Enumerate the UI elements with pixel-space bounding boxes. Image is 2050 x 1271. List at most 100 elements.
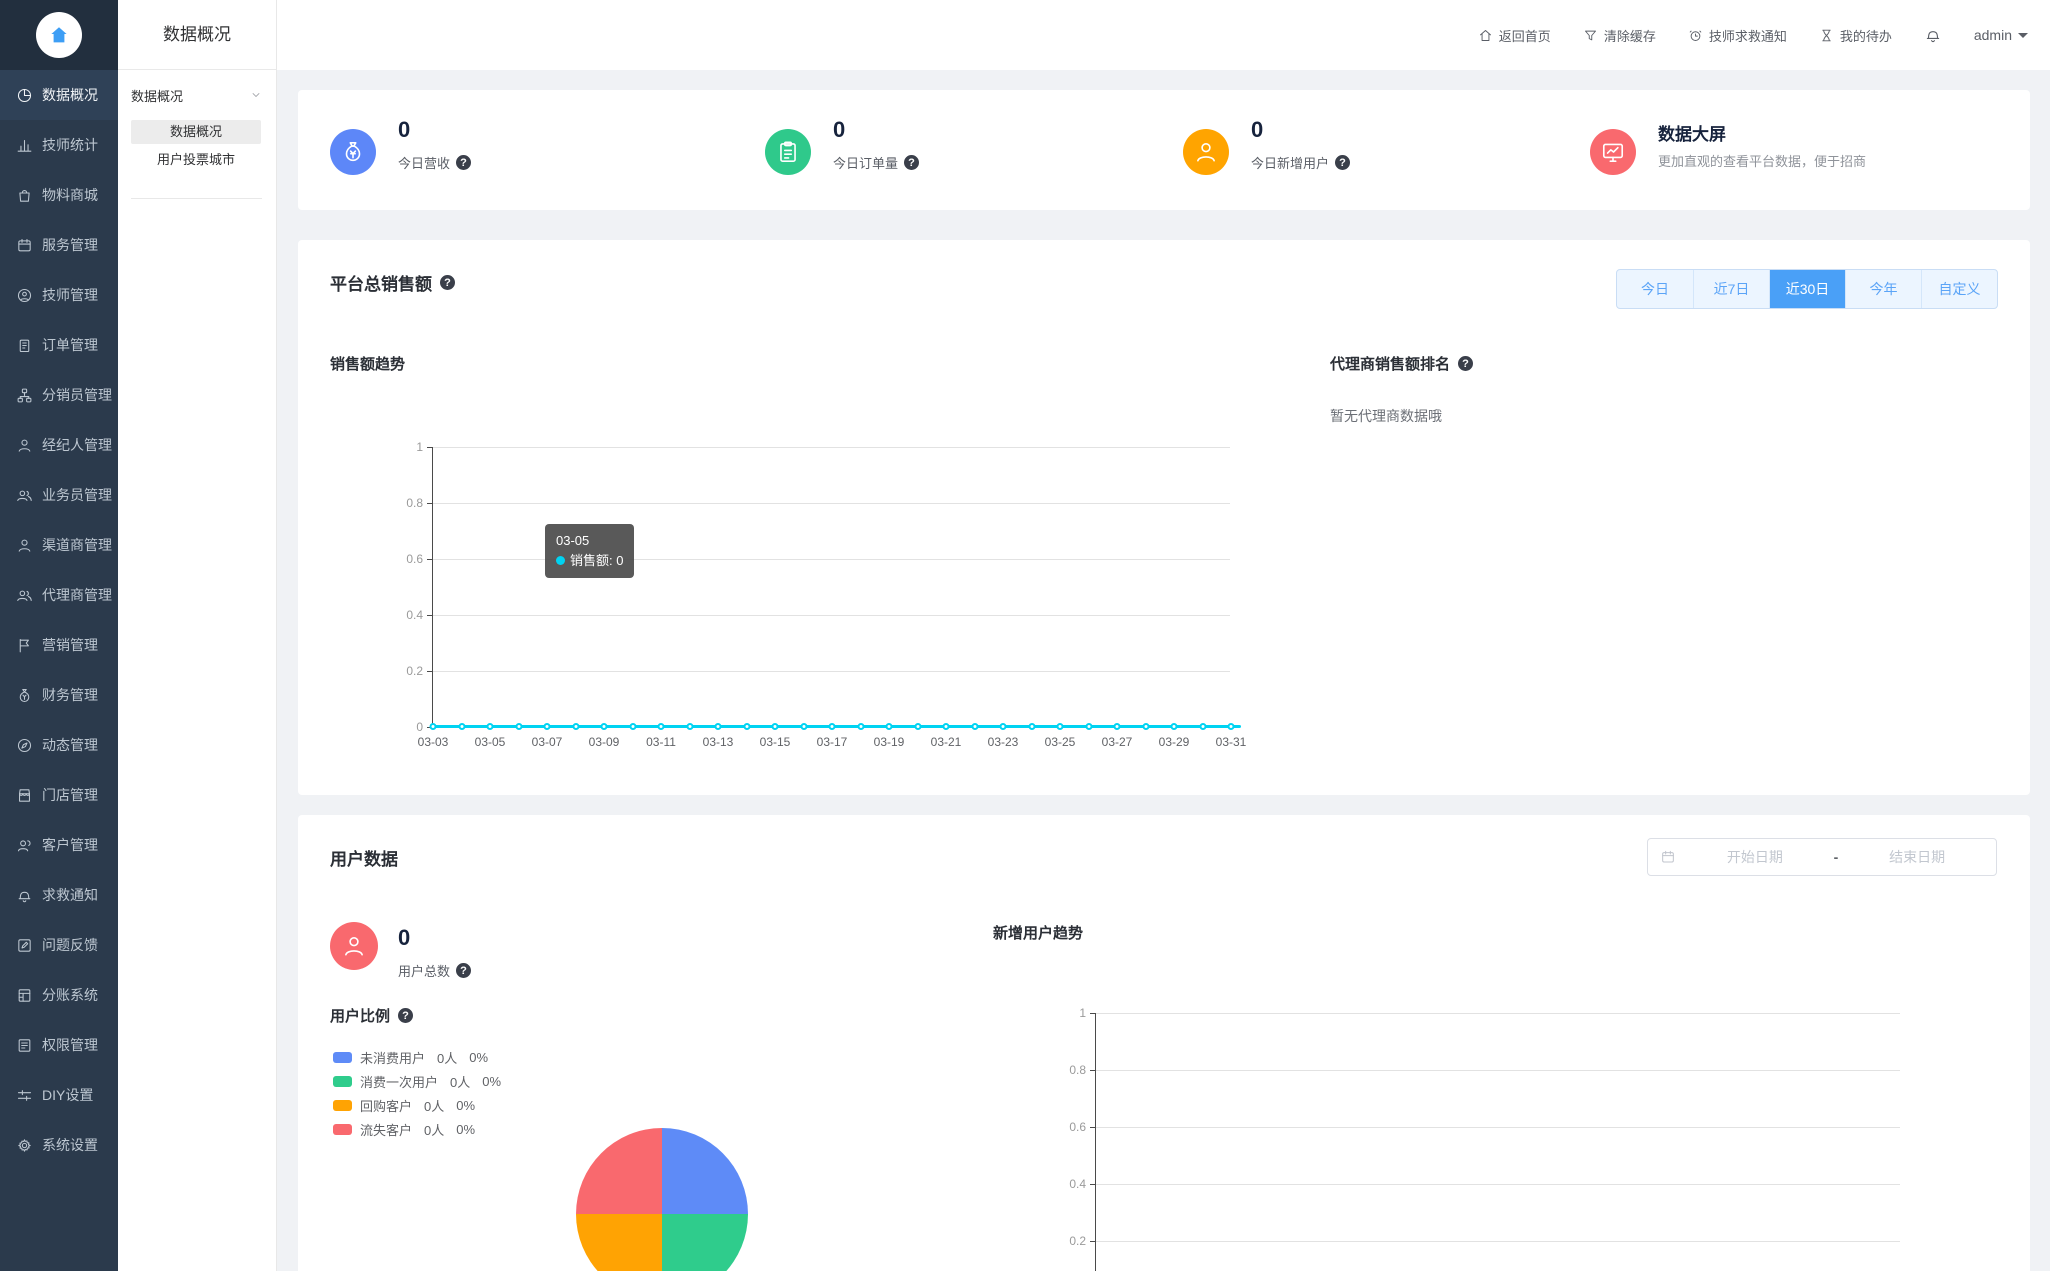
user-menu[interactable]: admin xyxy=(1974,27,2028,43)
help-icon[interactable]: ? xyxy=(904,155,920,170)
sidebar-item[interactable]: 技师管理 xyxy=(0,270,118,320)
pie-legend: 未消费用户 0人 0% 消费一次用户 0人 0% 回购客户 0人 0% 流失客户 0人 0% xyxy=(333,1045,501,1141)
sidebar-item[interactable]: 物料商城 xyxy=(0,170,118,220)
sliders-icon xyxy=(16,1087,33,1104)
sidebar-item[interactable]: 分销员管理 xyxy=(0,370,118,420)
hourglass-icon xyxy=(1819,28,1834,43)
sidebar-item[interactable]: 数据概况 xyxy=(0,70,118,120)
submenu-list: 数据概况用户投票城市 xyxy=(118,120,276,172)
sidebar-item[interactable]: 经纪人管理 xyxy=(0,420,118,470)
users-title: 用户数据 xyxy=(330,850,398,869)
axis-tick xyxy=(427,559,433,560)
sidebar-item-label: 物料商城 xyxy=(42,187,98,203)
x-tick-label: 03-25 xyxy=(1044,735,1076,749)
sidebar-item[interactable]: 分账系统 xyxy=(0,970,118,1020)
sidebar-item[interactable]: 门店管理 xyxy=(0,770,118,820)
data-point-marker xyxy=(515,723,522,730)
help-icon[interactable]: ? xyxy=(456,963,472,978)
legend-item[interactable]: 流失客户 0人 0% xyxy=(333,1117,501,1141)
sidebar-item[interactable]: 营销管理 xyxy=(0,620,118,670)
help-icon[interactable]: ? xyxy=(1335,155,1351,170)
sidebar-item[interactable]: DIY设置 xyxy=(0,1070,118,1120)
caret-down-icon xyxy=(2018,33,2028,43)
period-tab[interactable]: 自定义 xyxy=(1921,270,1997,308)
sidebar-item[interactable]: 权限管理 xyxy=(0,1020,118,1070)
x-tick-label: 03-05 xyxy=(474,735,506,749)
legend-label: 回购客户 xyxy=(360,1098,413,1114)
ranking-empty-text: 暂无代理商数据哦 xyxy=(1330,408,1442,424)
x-tick-label: 03-27 xyxy=(1101,735,1133,749)
period-tab[interactable]: 今年 xyxy=(1845,270,1921,308)
user-ratio-title: 用户比例 ? xyxy=(330,1005,414,1026)
sidebar-item-label: 门店管理 xyxy=(42,787,98,803)
help-icon[interactable]: ? xyxy=(440,275,455,290)
bell-icon xyxy=(16,887,33,904)
x-tick-label: 03-21 xyxy=(930,735,962,749)
data-point-marker xyxy=(458,723,465,730)
sidebar-item-label: 经纪人管理 xyxy=(42,437,112,453)
help-icon[interactable]: ? xyxy=(456,155,472,170)
data-point-marker xyxy=(999,723,1007,730)
gridline xyxy=(433,671,1230,672)
y-tick-label: 0.8 xyxy=(406,496,423,510)
data-point-marker xyxy=(771,723,779,730)
data-point-marker xyxy=(914,723,921,730)
sidebar-item[interactable]: 财务管理 xyxy=(0,670,118,720)
topnav-item[interactable]: 技师求救通知 xyxy=(1688,26,1787,45)
date-range-input[interactable]: 开始日期 - 结束日期 xyxy=(1647,838,1997,876)
period-tab[interactable]: 今日 xyxy=(1617,270,1693,308)
docs-icon xyxy=(16,1037,33,1054)
legend-item[interactable]: 消费一次用户 0人 0% xyxy=(333,1069,501,1093)
topnav-item[interactable]: 返回首页 xyxy=(1478,26,1551,45)
topnav-item[interactable]: 我的待办 xyxy=(1819,26,1892,45)
ranking-title: 代理商销售额排名 ? xyxy=(1330,353,1474,374)
notification-bell-icon[interactable] xyxy=(1924,26,1942,44)
period-tab[interactable]: 近30日 xyxy=(1769,270,1845,308)
y-tick-label: 1 xyxy=(1079,1006,1086,1020)
sidebar-item[interactable]: 求救通知 xyxy=(0,870,118,920)
submenu-item[interactable]: 用户投票城市 xyxy=(131,148,261,172)
sidebar-item[interactable]: 业务员管理 xyxy=(0,470,118,520)
axis-tick xyxy=(1090,1184,1096,1185)
user-icon xyxy=(16,537,33,554)
submenu-item[interactable]: 数据概况 xyxy=(131,120,261,144)
legend-item[interactable]: 回购客户 0人 0% xyxy=(333,1093,501,1117)
stat-value: 0 xyxy=(1251,117,1264,142)
period-tab[interactable]: 近7日 xyxy=(1693,270,1769,308)
axis-tick xyxy=(1090,1013,1096,1014)
data-point-marker xyxy=(686,723,693,730)
edit-icon xyxy=(16,937,33,954)
sidebar-item[interactable]: 服务管理 xyxy=(0,220,118,270)
sidebar-item[interactable]: 代理商管理 xyxy=(0,570,118,620)
sidebar-item-label: 营销管理 xyxy=(42,637,98,653)
gridline xyxy=(1096,1241,1900,1242)
data-point-marker xyxy=(429,723,437,730)
sidebar-item[interactable]: 技师统计 xyxy=(0,120,118,170)
date-end-placeholder: 结束日期 xyxy=(1889,849,1946,865)
axis-tick xyxy=(427,503,433,504)
calendar-icon xyxy=(16,237,33,254)
sidebar-item[interactable]: 渠道商管理 xyxy=(0,520,118,570)
sidebar-item[interactable]: 系统设置 xyxy=(0,1120,118,1170)
secondary-sidebar: 数据概况 数据概况 数据概况用户投票城市 xyxy=(118,0,277,1271)
data-point-marker xyxy=(1170,723,1178,730)
data-point-marker xyxy=(800,723,807,730)
app-logo[interactable] xyxy=(0,0,118,70)
data-point-marker xyxy=(629,723,636,730)
sidebar-item[interactable]: 客户管理 xyxy=(0,820,118,870)
submenu-group-toggle[interactable]: 数据概况 xyxy=(118,70,276,120)
sidebar-item[interactable]: 动态管理 xyxy=(0,720,118,770)
sidebar-item[interactable]: 订单管理 xyxy=(0,320,118,370)
help-icon[interactable]: ? xyxy=(398,1008,414,1023)
help-icon[interactable]: ? xyxy=(1458,356,1474,371)
gridline xyxy=(433,615,1230,616)
y-tick-label: 0.8 xyxy=(1069,1063,1086,1077)
x-tick-label: 03-03 xyxy=(417,735,449,749)
sidebar-item-label: 数据概况 xyxy=(42,87,98,103)
sidebar-item[interactable]: 问题反馈 xyxy=(0,920,118,970)
topnav-item[interactable]: 清除缓存 xyxy=(1583,26,1656,45)
primary-menu: 数据概况技师统计物料商城服务管理 技师管理 订单管理 分销员管理经纪人管理业务员管理渠… xyxy=(0,70,118,1170)
sidebar-item-label: 分账系统 xyxy=(42,987,98,1003)
legend-item[interactable]: 未消费用户 0人 0% xyxy=(333,1045,501,1069)
legend-percent: 0% xyxy=(482,1073,502,1089)
